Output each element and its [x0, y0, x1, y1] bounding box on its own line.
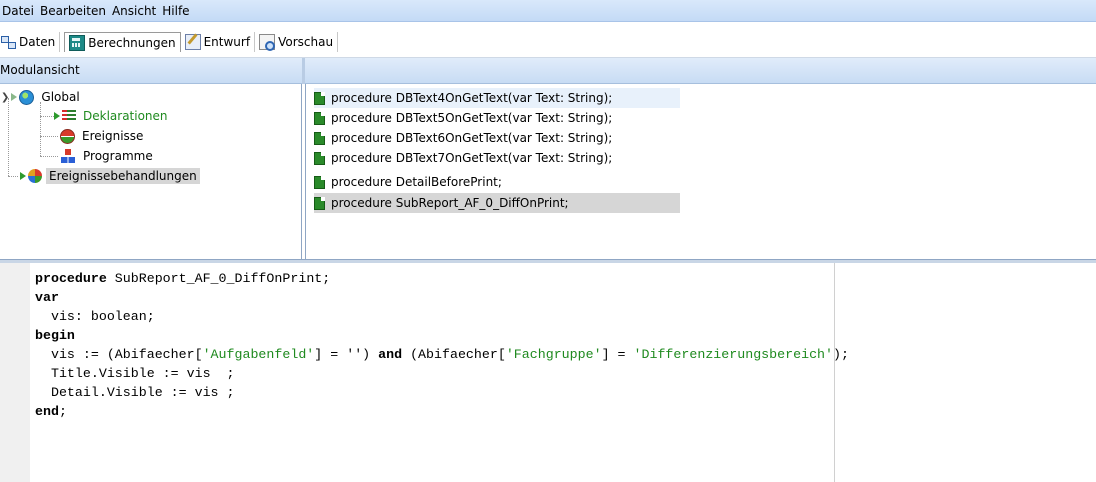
editor-gutter [0, 263, 30, 482]
procedure-label: procedure DBText7OnGetText(var Text: Str… [331, 151, 613, 165]
header-splitter[interactable] [302, 58, 305, 84]
code-line-4: begin [35, 328, 75, 343]
code-line-8: end; [35, 404, 67, 419]
tab-bar: Daten Berechnungen Entwurf Vorschau [0, 22, 1096, 58]
programs-icon [60, 148, 76, 164]
menu-hilfe[interactable]: Hilfe [162, 4, 193, 18]
menu-bearbeiten[interactable]: Bearbeiten [40, 4, 110, 18]
code-line-1: procedure SubReport_AF_0_DiffOnPrint; [35, 271, 331, 286]
code-line-6: Title.Visible := vis ; [35, 366, 235, 381]
design-icon [184, 34, 201, 50]
procedure-icon [314, 91, 325, 105]
code-editor[interactable]: procedure SubReport_AF_0_DiffOnPrint;var… [0, 263, 1096, 482]
tree-node-programme[interactable]: Programme [60, 147, 156, 165]
event-handlers-icon [28, 169, 42, 183]
menu-ansicht[interactable]: Ansicht [112, 4, 160, 18]
declarations-icon [62, 110, 76, 122]
events-icon [60, 128, 75, 144]
tab-daten-label: Daten [19, 35, 56, 49]
code-text[interactable]: procedure SubReport_AF_0_DiffOnPrint;var… [35, 269, 849, 421]
tree-line [40, 102, 41, 156]
arrow-icon [54, 112, 60, 120]
tree-node-label: Ereignisse [82, 129, 144, 143]
tree-line [8, 98, 9, 176]
code-line-3: vis: boolean; [35, 309, 155, 324]
tree-node-deklarationen[interactable]: Deklarationen [54, 107, 171, 125]
tree-node-label: Global [41, 90, 80, 104]
module-view-title: Modulansicht [0, 63, 80, 77]
procedure-item-selected[interactable]: procedure SubReport_AF_0_DiffOnPrint; [314, 193, 680, 213]
tree-node-global[interactable]: ❯ Global [1, 88, 83, 106]
globe-icon [19, 89, 35, 105]
tree-node-ereignissebehandlungen[interactable]: Ereignissebehandlungen [20, 167, 200, 185]
code-line-5: vis := (Abifaecher['Aufgabenfeld'] = '')… [35, 347, 849, 362]
procedure-label: procedure DBText6OnGetText(var Text: Str… [331, 131, 613, 145]
tab-berechnungen[interactable]: Berechnungen [64, 32, 181, 52]
procedure-item[interactable]: procedure DBText6OnGetText(var Text: Str… [314, 128, 680, 148]
tree-line [40, 136, 58, 137]
tree-node-label: Ereignissebehandlungen [46, 168, 200, 184]
tree-line [8, 176, 18, 177]
module-view-header: Modulansicht [0, 58, 1096, 84]
arrow-icon [20, 172, 26, 180]
menu-bar: Datei Bearbeiten Ansicht Hilfe [0, 0, 1096, 22]
tree-node-ereignisse[interactable]: Ereignisse [60, 127, 146, 145]
procedure-item[interactable]: procedure DBText5OnGetText(var Text: Str… [314, 108, 680, 128]
procedure-label: procedure DBText4OnGetText(var Text: Str… [331, 91, 613, 105]
tab-vorschau-label: Vorschau [278, 35, 334, 49]
procedure-icon [314, 175, 325, 189]
procedure-list: procedure DBText4OnGetText(var Text: Str… [305, 84, 1096, 259]
procedure-item[interactable]: procedure DBText4OnGetText(var Text: Str… [314, 88, 680, 108]
procedure-icon [314, 131, 325, 145]
preview-icon [259, 34, 276, 51]
tree-line [40, 116, 54, 117]
procedure-icon [314, 151, 325, 165]
procedure-label: procedure DBText5OnGetText(var Text: Str… [331, 111, 613, 125]
data-icon [0, 34, 16, 50]
procedure-icon [314, 111, 325, 125]
code-line-2: var [35, 290, 59, 305]
chevron-down-icon[interactable]: ❯ [1, 92, 9, 103]
tree-line [40, 156, 58, 157]
tree-node-label: Deklarationen [83, 109, 168, 123]
module-tree: ❯ Global Deklarationen Ereignisse Progra… [0, 84, 302, 259]
menu-datei[interactable]: Datei [2, 4, 38, 18]
calculator-icon [69, 34, 86, 51]
tab-entwurf[interactable]: Entwurf [184, 32, 256, 52]
tab-berechnungen-label: Berechnungen [88, 35, 176, 50]
tab-daten[interactable]: Daten [0, 32, 61, 52]
procedure-label: procedure SubReport_AF_0_DiffOnPrint; [331, 196, 569, 210]
tree-node-label: Programme [83, 149, 153, 163]
code-line-7: Detail.Visible := vis ; [35, 385, 235, 400]
arrow-icon [11, 93, 18, 101]
tab-vorschau[interactable]: Vorschau [259, 32, 339, 52]
procedure-icon [314, 196, 325, 210]
procedure-item[interactable]: procedure DetailBeforePrint; [314, 172, 680, 192]
procedure-item[interactable]: procedure DBText7OnGetText(var Text: Str… [314, 148, 680, 168]
tab-entwurf-label: Entwurf [203, 35, 251, 49]
procedure-label: procedure DetailBeforePrint; [331, 175, 502, 189]
